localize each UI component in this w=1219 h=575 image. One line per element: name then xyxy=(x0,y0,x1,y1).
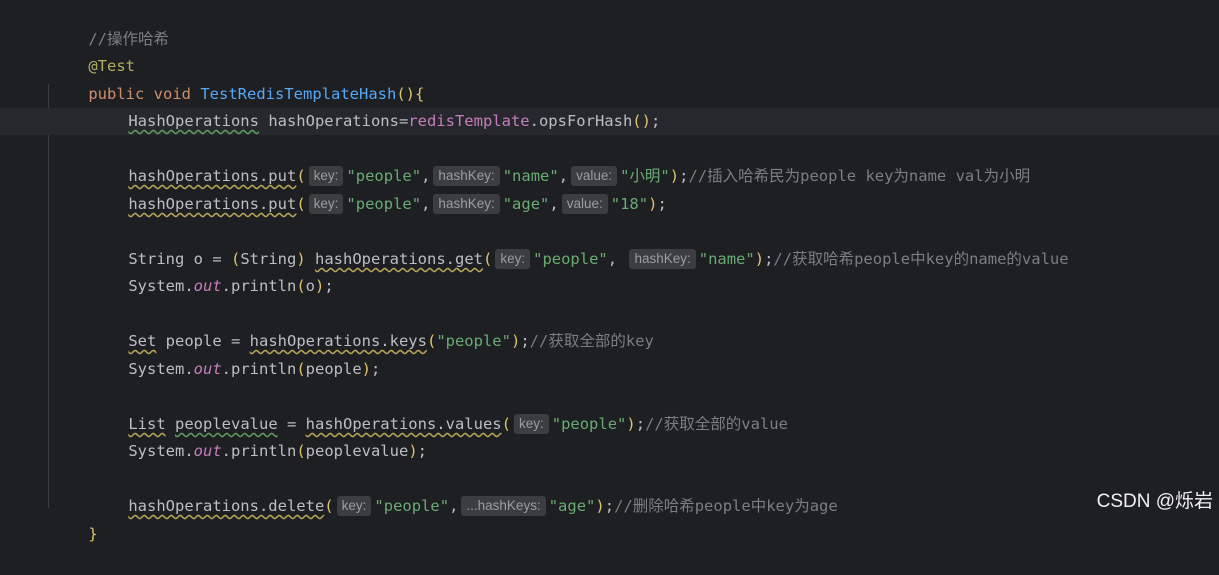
method-call: .opsForHash xyxy=(529,112,633,130)
comment: //获取哈希people中key的name的value xyxy=(773,250,1069,268)
paren-open: ( xyxy=(296,442,306,460)
semicolon: ; xyxy=(324,277,334,295)
comma: , xyxy=(449,497,459,515)
param-hint-hashkeys: ...hashKeys: xyxy=(461,496,546,516)
variable: hashOperations= xyxy=(258,112,409,130)
semicolon: ; xyxy=(371,360,381,378)
argument: peoplevalue xyxy=(305,442,409,460)
paren-close: ) xyxy=(626,415,636,433)
code-line-13[interactable]: System.out.println(people); xyxy=(0,329,380,378)
semicolon: ; xyxy=(635,415,646,433)
string-literal: "people" xyxy=(374,497,450,515)
paren-open: ( xyxy=(324,497,334,515)
string-literal: "age" xyxy=(502,195,550,213)
method-call: hashOperations.put xyxy=(128,195,297,213)
paren-open: ( xyxy=(426,332,437,350)
param-hint-hashkey: hashKey: xyxy=(433,194,500,214)
code-line-15[interactable]: List peoplevalue = hashOperations.values… xyxy=(0,384,788,434)
comma: , xyxy=(421,195,431,213)
string-literal: "people" xyxy=(533,250,608,268)
param-hint-key: key: xyxy=(308,194,344,214)
code-line-7[interactable]: hashOperations.put(key: "people", hashKey:… xyxy=(0,164,667,214)
paren-close: ) xyxy=(754,250,765,268)
type-name: HashOperations xyxy=(128,112,259,130)
code-line-18[interactable]: hashOperations.delete(key: "people", ...ha… xyxy=(0,466,838,516)
paren-open: ( xyxy=(296,277,306,295)
class-ref: System. xyxy=(128,360,194,378)
paren-close: ) xyxy=(595,497,605,515)
method-call: .println xyxy=(221,442,297,460)
comment: //插入哈希民为people key为name val为小明 xyxy=(688,167,1031,185)
paren-open: ( xyxy=(501,415,511,433)
code-line-2[interactable]: @Test xyxy=(0,26,135,75)
paren-open: ( xyxy=(483,250,493,268)
string-literal: "people" xyxy=(436,332,511,350)
method-call: .println xyxy=(221,277,297,295)
static-field: out xyxy=(193,442,222,460)
param-hint-key: key: xyxy=(336,496,372,516)
code-line-6[interactable]: hashOperations.put(key: "people", hashKey:… xyxy=(0,136,1030,186)
semicolon: ; xyxy=(650,112,661,130)
code-line-9[interactable]: String o = (String) hashOperations.get(k… xyxy=(0,219,1069,269)
paren-close: ) xyxy=(510,332,521,350)
paren-close: ) xyxy=(361,360,371,378)
code-line-3[interactable]: public void TestRedisTemplateHash(){ xyxy=(0,54,424,103)
code-line-16[interactable]: System.out.println(peoplevalue); xyxy=(0,411,427,460)
static-field: out xyxy=(193,277,222,295)
comment: //获取全部的key xyxy=(529,332,654,350)
string-literal: "18" xyxy=(610,195,649,213)
param-hint-key: key: xyxy=(513,414,549,434)
comma: , xyxy=(549,195,559,213)
paren-open: ( xyxy=(296,360,306,378)
string-literal: "age" xyxy=(548,497,596,515)
parens: () xyxy=(632,112,651,130)
argument: o xyxy=(305,277,315,295)
semicolon: ; xyxy=(604,497,615,515)
semicolon: ; xyxy=(417,442,427,460)
paren-open: ( xyxy=(296,195,306,213)
close-brace: } xyxy=(88,525,98,543)
semicolon: ; xyxy=(657,195,667,213)
field-name: redisTemplate xyxy=(408,112,530,130)
method-call: hashOperations.get xyxy=(315,250,483,268)
code-line-4[interactable]: HashOperations hashOperations=redisTempl… xyxy=(0,81,660,130)
string-literal: "people" xyxy=(346,195,422,213)
semicolon: ; xyxy=(520,332,530,350)
code-line-1[interactable]: //操作哈希 xyxy=(0,0,169,48)
class-ref: System. xyxy=(128,277,194,295)
method-call: hashOperations.delete xyxy=(128,497,325,515)
argument: people xyxy=(305,360,362,378)
code-line-10[interactable]: System.out.println(o); xyxy=(0,246,333,295)
param-hint-hashkey: hashKey: xyxy=(629,249,696,269)
comment: //删除哈希people中key为age xyxy=(614,497,838,515)
param-hint-value: value: xyxy=(561,194,608,214)
class-ref: System. xyxy=(128,442,194,460)
code-line-12[interactable]: Set people = hashOperations.keys("people… xyxy=(0,301,654,350)
paren-close: ) xyxy=(669,167,680,185)
method-call: .println xyxy=(221,360,297,378)
param-hint-key: key: xyxy=(495,249,531,269)
watermark: CSDN @烁岩 xyxy=(1096,491,1213,512)
paren-close: ) xyxy=(315,277,325,295)
static-field: out xyxy=(193,360,222,378)
string-literal: "name" xyxy=(698,250,755,268)
string-literal: "people" xyxy=(551,415,627,433)
code-line-19[interactable]: } xyxy=(0,494,97,543)
paren-close: ) xyxy=(408,442,418,460)
comment: //获取全部的value xyxy=(645,415,788,433)
comma: , xyxy=(607,250,627,268)
